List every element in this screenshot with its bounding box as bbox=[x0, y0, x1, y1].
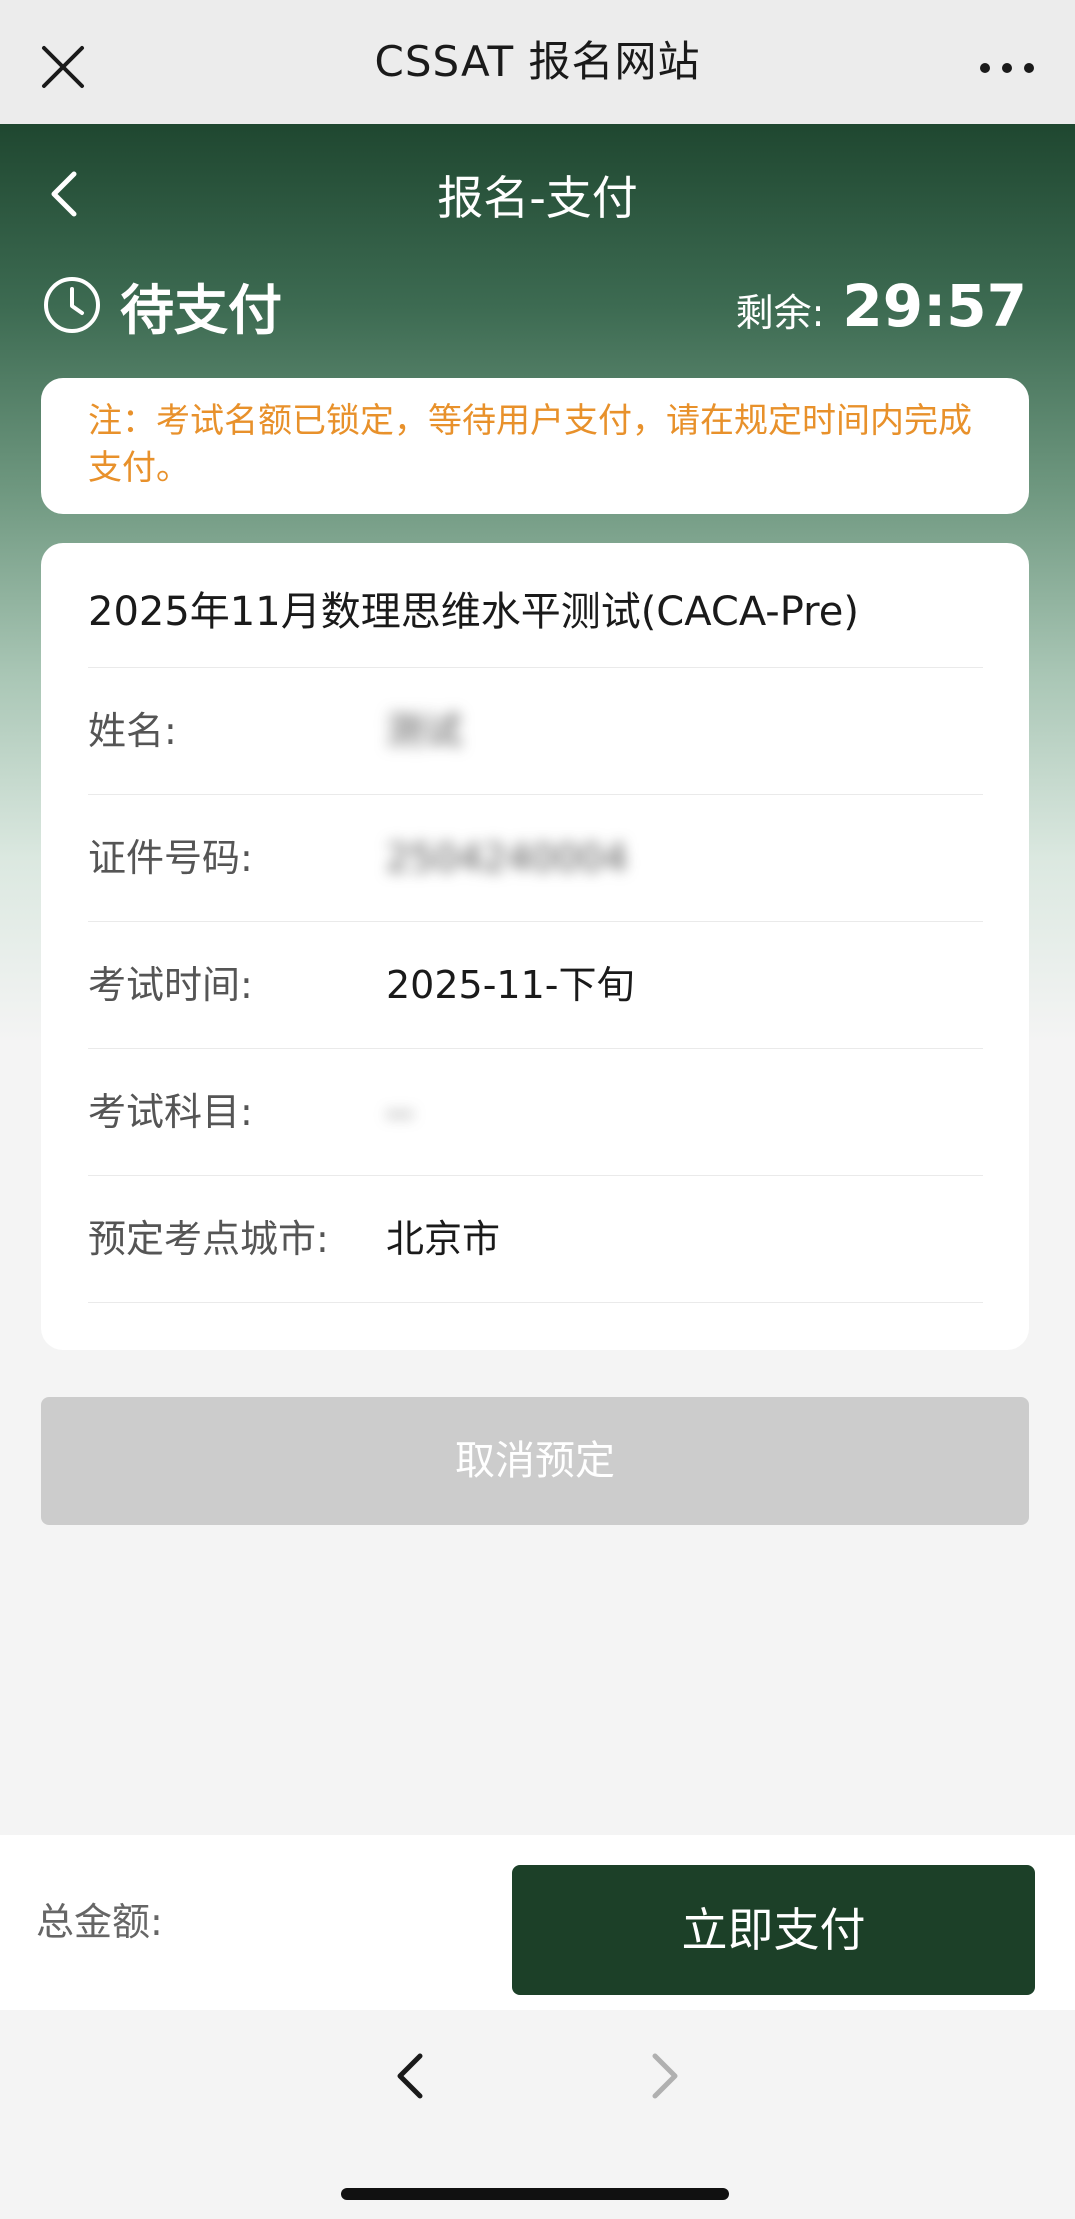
field-row-city: 预定考点城市: 北京市 bbox=[88, 1175, 983, 1302]
field-value-name: 测试 bbox=[386, 709, 463, 753]
field-row-name: 姓名: 测试 bbox=[88, 667, 983, 794]
browser-top-bar: CSSAT 报名网站 bbox=[0, 0, 1075, 124]
more-icon[interactable] bbox=[978, 52, 1036, 82]
field-label: 姓名: bbox=[88, 709, 177, 753]
clock-icon bbox=[44, 277, 100, 333]
chevron-right-icon[interactable] bbox=[645, 2046, 685, 2106]
countdown: 剩余: 29:57 bbox=[736, 272, 1027, 342]
exam-info-card: 2025年11月数理思维水平测试(CACA-Pre) 姓名: 测试 证件号码: … bbox=[41, 543, 1029, 1350]
remaining-time: 29:57 bbox=[842, 272, 1027, 340]
remaining-label: 剩余: bbox=[735, 291, 825, 335]
field-value-id-number: 2504240004 bbox=[386, 836, 628, 880]
field-value-subject: -- bbox=[386, 1090, 414, 1134]
field-label: 证件号码: bbox=[88, 836, 253, 880]
field-row-subject: 考试科目: -- bbox=[88, 1048, 983, 1175]
field-value-city: 北京市 bbox=[386, 1217, 501, 1261]
field-label: 考试科目: bbox=[88, 1090, 253, 1134]
pay-now-button[interactable]: 立即支付 bbox=[512, 1865, 1035, 1995]
field-row-exam-time: 考试时间: 2025-11-下旬 bbox=[88, 921, 983, 1048]
cancel-reservation-button[interactable]: 取消预定 bbox=[41, 1397, 1029, 1525]
home-indicator bbox=[341, 2188, 729, 2200]
field-label: 考试时间: bbox=[88, 963, 253, 1007]
divider bbox=[88, 1302, 983, 1303]
total-amount-label: 总金额: bbox=[36, 1900, 163, 1944]
status-label: 待支付 bbox=[120, 278, 282, 342]
payment-status: 待支付 bbox=[42, 270, 282, 342]
page-title: 报名-支付 bbox=[437, 171, 638, 225]
pay-bar: 总金额: 立即支付 bbox=[0, 1835, 1075, 2010]
field-row-id-number: 证件号码: 2504240004 bbox=[88, 794, 983, 921]
field-label: 预定考点城市: bbox=[88, 1217, 329, 1261]
notice-card: 注：考试名额已锁定，等待用户支付，请在规定时间内完成支付。 bbox=[41, 378, 1029, 514]
site-title: CSSAT 报名网站 bbox=[374, 37, 701, 86]
chevron-left-icon[interactable] bbox=[390, 2046, 430, 2106]
exam-title: 2025年11月数理思维水平测试(CACA-Pre) bbox=[88, 589, 859, 635]
browser-bottom-nav bbox=[0, 2010, 1075, 2219]
field-value-exam-time: 2025-11-下旬 bbox=[386, 963, 635, 1007]
